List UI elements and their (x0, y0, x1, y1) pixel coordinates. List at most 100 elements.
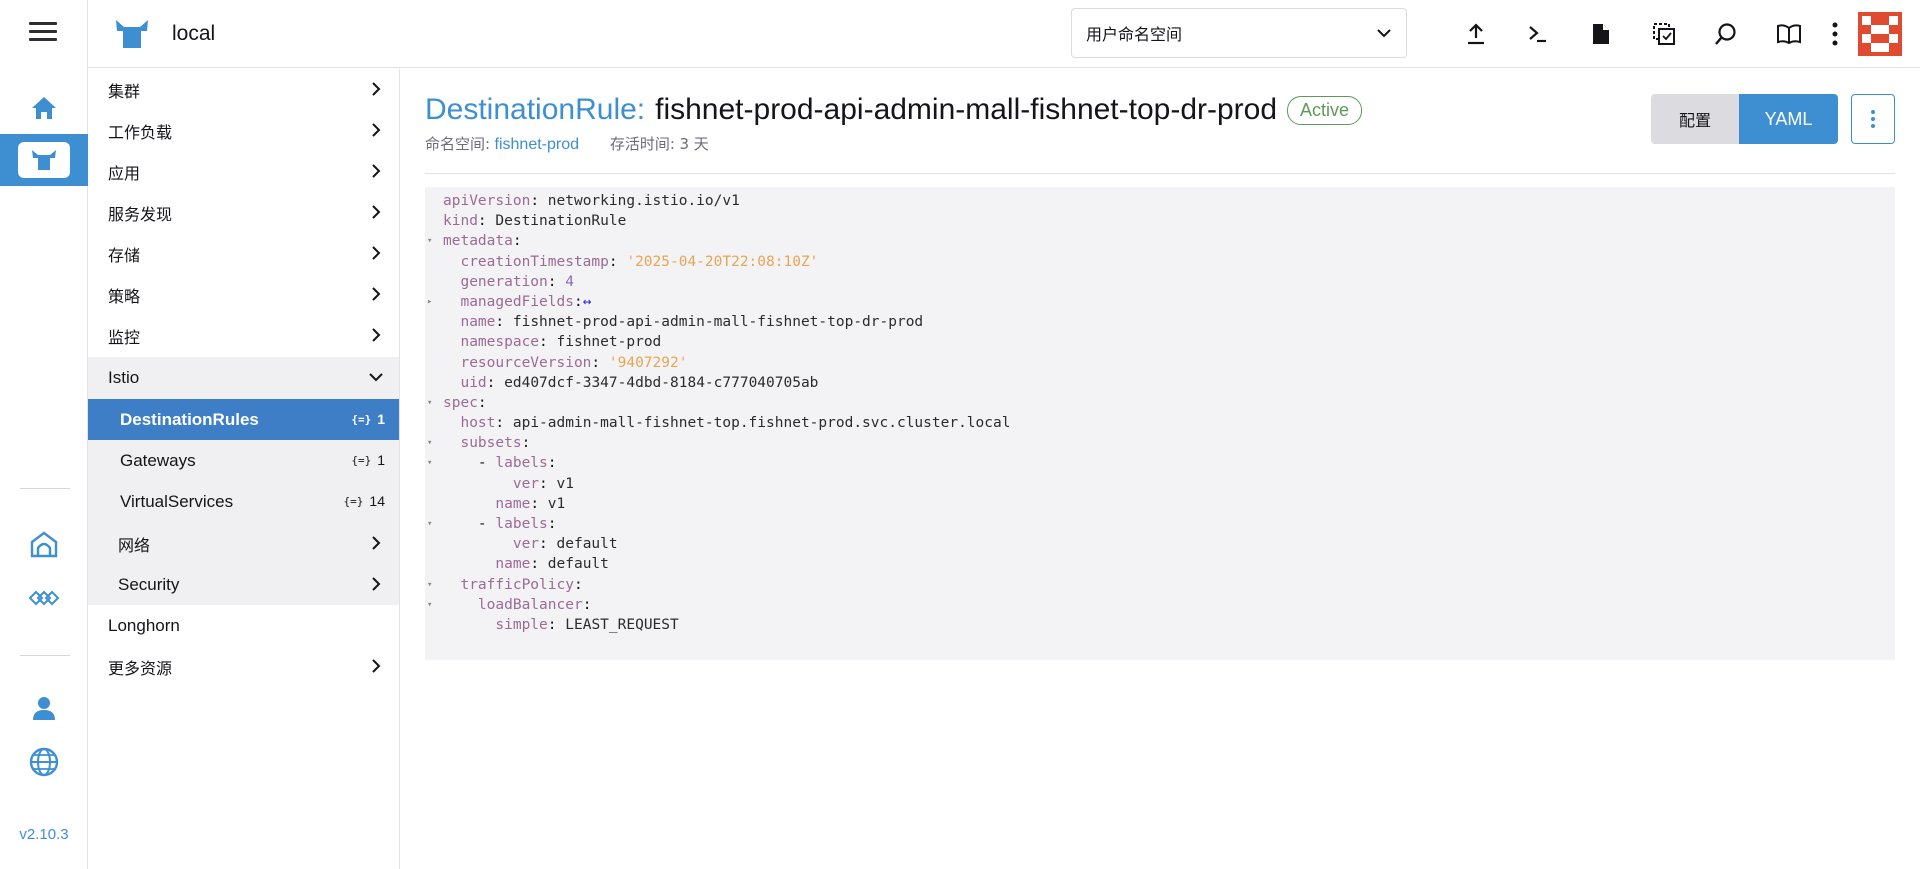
cluster-explorer-icon[interactable] (0, 134, 88, 186)
page-title: DestinationRule: fishnet-prod-api-admin-… (425, 93, 1363, 127)
copy-kubeconfig-button[interactable] (1644, 14, 1684, 54)
expand-icon[interactable]: ↔ (583, 294, 592, 310)
kebab-icon (1832, 22, 1838, 46)
nav-virtualservices[interactable]: VirtualServices {=} 14 (88, 481, 399, 522)
kubectl-shell-button[interactable] (1518, 14, 1558, 54)
yaml-line: ▾ metadata: (425, 231, 1895, 251)
more-actions-button[interactable] (1820, 14, 1850, 54)
yaml-key: generation (460, 273, 548, 290)
yaml-text: name: v1 (495, 495, 566, 512)
nav-label: 监控 (108, 327, 141, 347)
download-kubeconfig-button[interactable] (1581, 14, 1621, 54)
yaml-value: default (547, 556, 609, 573)
resource-search-button[interactable] (1706, 14, 1746, 54)
home-icon[interactable] (0, 82, 88, 134)
nav-label: Security (118, 574, 180, 594)
user-avatar[interactable] (1858, 12, 1902, 56)
yaml-text: subsets: (460, 435, 531, 452)
fold-toggle-icon[interactable]: ▾ (427, 393, 437, 413)
fold-toggle-icon[interactable]: ▾ (427, 575, 437, 595)
nav-label: DestinationRules (120, 409, 259, 429)
chevron-right-icon (372, 246, 381, 260)
fleet-icon[interactable] (0, 518, 88, 570)
yaml-key: name (495, 495, 531, 512)
fold-toggle-icon[interactable]: ▸ (427, 292, 437, 312)
nav-longhorn[interactable]: Longhorn (88, 605, 399, 646)
yaml-text: host: api-admin-mall-fishnet-top.fishnet… (460, 415, 1011, 432)
yaml-key: managedFields (460, 293, 574, 310)
fold-toggle-icon[interactable]: ▾ (427, 514, 437, 534)
fold-toggle-icon[interactable]: ▾ (427, 433, 437, 453)
nav-gateways[interactable]: Gateways {=} 1 (88, 440, 399, 481)
config-view-button[interactable]: 配置 (1651, 94, 1739, 144)
yaml-text: generation: 4 (460, 273, 574, 290)
yaml-line: creationTimestamp: '2025-04-20T22:08:10Z… (425, 252, 1895, 272)
resource-kind-link[interactable]: DestinationRule: (425, 93, 645, 127)
status-badge: Active (1287, 95, 1363, 125)
yaml-key: metadata (443, 233, 513, 250)
resource-meta: 命名空间: fishnet-prod 存活时间: 3 天 (425, 133, 709, 154)
nav-service-discovery[interactable]: 服务发现 (88, 192, 399, 233)
nav-apps[interactable]: 应用 (88, 151, 399, 192)
yaml-key: loadBalancer (477, 596, 583, 613)
yaml-text: metadata: (443, 233, 522, 250)
resource-count: {=} 1 (351, 452, 385, 468)
nav-destinationrules[interactable]: DestinationRules {=} 1 (88, 399, 399, 440)
yaml-line: ▾ - labels: (425, 514, 1895, 534)
user-icon[interactable] (0, 682, 88, 734)
nav-workload[interactable]: 工作负载 (88, 110, 399, 151)
nav-storage[interactable]: 存储 (88, 233, 399, 274)
fold-toggle-icon[interactable]: ▾ (427, 453, 437, 473)
extensions-icon[interactable] (0, 572, 88, 624)
yaml-editor[interactable]: apiVersion: networking.istio.io/v1 kind: … (425, 187, 1895, 660)
chevron-right-icon (372, 164, 381, 178)
nav-policy[interactable]: 策略 (88, 274, 399, 315)
resource-actions-button[interactable] (1851, 94, 1895, 144)
yaml-line: host: api-admin-mall-fishnet-top.fishnet… (425, 413, 1895, 433)
yaml-key: resourceVersion (460, 354, 592, 371)
nav-label: 更多资源 (108, 658, 173, 678)
nav-security[interactable]: Security (88, 564, 399, 605)
rail-divider (20, 655, 70, 656)
namespace-link[interactable]: fishnet-prod (495, 136, 580, 153)
import-yaml-button[interactable] (1456, 14, 1496, 54)
yaml-line: apiVersion: networking.istio.io/v1 (425, 191, 1895, 211)
yaml-line: resourceVersion: '9407292' (425, 353, 1895, 373)
namespaced-icon: {=} (351, 453, 372, 467)
yaml-view-button[interactable]: YAML (1739, 94, 1838, 144)
nav-monitoring[interactable]: 监控 (88, 315, 399, 356)
namespace-label: 命名空间: (425, 135, 491, 153)
chevron-right-icon (372, 123, 381, 137)
menu-icon[interactable] (29, 22, 57, 44)
fold-toggle-icon[interactable]: ▾ (427, 231, 437, 251)
yaml-key: apiVersion (443, 193, 531, 209)
namespaced-icon: {=} (351, 412, 372, 426)
nav-cluster[interactable]: 集群 (88, 69, 399, 110)
docs-button[interactable] (1769, 14, 1809, 54)
yaml-key: simple (495, 616, 548, 633)
yaml-value: ed407dcf-3347-4dbd-8184-c777040705ab (504, 374, 819, 391)
yaml-key: trafficPolicy (460, 576, 574, 593)
fold-toggle-icon[interactable]: ▾ (427, 595, 437, 615)
yaml-value: default (556, 536, 618, 553)
yaml-key: namespace (460, 334, 540, 351)
nav-istio[interactable]: Istio (88, 357, 399, 398)
globe-icon[interactable] (0, 736, 88, 788)
yaml-line: name: v1 (425, 494, 1895, 514)
nav-label: 存储 (108, 245, 141, 265)
upload-icon (1468, 23, 1484, 45)
yaml-text: loadBalancer: (477, 596, 592, 613)
yaml-value: fishnet-prod-api-admin-mall-fishnet-top-… (512, 314, 924, 331)
nav-networking[interactable]: 网络 (88, 523, 399, 564)
yaml-value: DestinationRule (495, 213, 627, 230)
yaml-text: kind: DestinationRule (443, 213, 627, 230)
yaml-line: ▸ managedFields:↔ (425, 292, 1895, 312)
cluster-name: local (172, 22, 216, 45)
yaml-value: v1 (556, 475, 574, 492)
kebab-icon (1871, 110, 1875, 128)
nav-more-resources[interactable]: 更多资源 (88, 646, 399, 687)
yaml-line: ▾ trafficPolicy: (425, 575, 1895, 595)
yaml-text: resourceVersion: '9407292' (460, 354, 688, 371)
namespace-filter-select[interactable]: 用户命名空间 (1071, 8, 1407, 58)
yaml-text: ver: default (512, 536, 618, 553)
